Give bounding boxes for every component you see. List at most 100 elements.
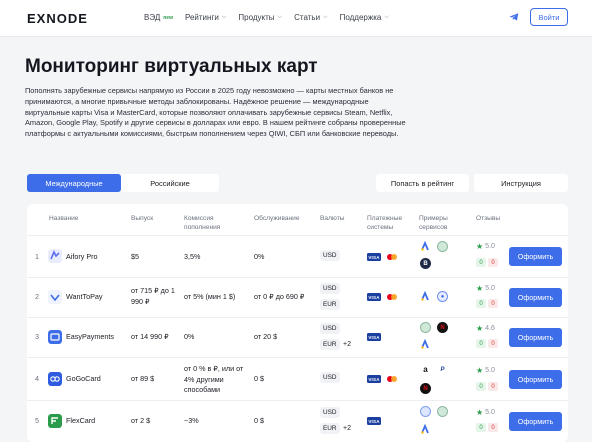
currency-badge: USD: [320, 407, 340, 418]
negative-reviews: 0: [488, 339, 498, 348]
star-icon: ★: [476, 366, 484, 375]
cards-table: Название Выпуск Комиссия пополнения Обсл…: [27, 204, 568, 442]
apply-button[interactable]: Оформить: [509, 412, 562, 431]
star-icon: ★: [476, 284, 484, 293]
service-name[interactable]: FlexCard: [66, 416, 95, 427]
service-fee: от 0 ₽ до 690 ₽: [254, 292, 305, 301]
currency-badge: USD: [320, 250, 340, 261]
topup-fee: 3,5%: [184, 252, 201, 261]
row-number: 4: [35, 374, 39, 383]
currency-badge: USD: [320, 323, 340, 334]
row-number: 1: [35, 252, 39, 261]
visa-icon: VISA: [367, 375, 381, 383]
google-ads-icon: [421, 241, 429, 251]
service-name[interactable]: GoGoCard: [66, 374, 101, 385]
header-examples-line: сервисов: [419, 224, 448, 231]
service-name[interactable]: EasyPayments: [66, 332, 114, 343]
rating: ★ 4.6: [476, 324, 495, 333]
tab-russian[interactable]: Российские: [121, 174, 219, 192]
nav-item-ratings[interactable]: Рейтинги ⌵: [185, 13, 226, 22]
currency-badge: EUR: [320, 339, 340, 350]
star-icon: ★: [476, 242, 484, 251]
chevron-down-icon: ⌵: [384, 14, 389, 20]
nav-label: Поддержка: [339, 13, 382, 22]
service-fee: от 20 $: [254, 332, 278, 341]
guide-button[interactable]: Инструкция: [474, 174, 568, 192]
nav-label: Продукты: [238, 13, 275, 22]
header-fee-line: Комиссия: [184, 215, 214, 222]
login-button[interactable]: Войти: [530, 8, 568, 26]
more-currencies[interactable]: +2: [343, 341, 351, 348]
rating-value: 4.6: [485, 325, 495, 332]
nav-label: Рейтинги: [184, 13, 219, 22]
aifory-logo-icon: [48, 249, 62, 263]
cloud-service-icon: [420, 406, 431, 417]
header-issue: Выпуск: [131, 215, 154, 222]
apply-button[interactable]: Оформить: [509, 288, 562, 307]
add-to-rating-button[interactable]: Попасть в рейтинг: [376, 174, 469, 192]
top-header: EXNODE ВЭД new Рейтинги ⌵ Продукты ⌵ Ста…: [0, 0, 592, 37]
nav-label: ВЭД: [144, 13, 161, 22]
currency-badge: EUR: [320, 423, 340, 434]
rating: ★ 5.0: [476, 366, 495, 375]
positive-reviews: 0: [476, 339, 486, 348]
table-row: 3 EasyPayments от 14 990 ₽ 0% от 20 $ US…: [27, 317, 568, 357]
visa-icon: VISA: [367, 417, 381, 425]
header-currencies: Валюты: [320, 215, 345, 222]
nav-item-products[interactable]: Продукты ⌵: [238, 13, 282, 22]
service-name[interactable]: WantToPay: [66, 292, 102, 303]
header-pay-line: Платежные: [367, 215, 403, 222]
bybit-icon: B: [420, 258, 431, 269]
row-number: 3: [35, 332, 39, 341]
currency-badge: USD: [320, 283, 340, 294]
issue-cost: от 715 ₽ до 1 990 ₽: [131, 286, 175, 306]
header-service: Обслуживание: [254, 215, 300, 222]
paypal-icon: P: [437, 364, 448, 375]
chevron-down-icon: ⌵: [221, 14, 227, 20]
negative-reviews: 0: [488, 299, 498, 308]
table-row: 4 GoGoCard от 89 $ от 0 % в ₽, или от 4%…: [27, 357, 568, 400]
apply-button[interactable]: Оформить: [509, 328, 562, 347]
main-nav: ВЭД new Рейтинги ⌵ Продукты ⌵ Статьи ⌵ П…: [144, 13, 389, 22]
wanttopay-logo-icon: [48, 290, 62, 304]
currency-badge: USD: [320, 372, 340, 383]
telegram-icon[interactable]: [509, 12, 519, 22]
rating-value: 5.0: [485, 285, 495, 292]
positive-reviews: 0: [476, 382, 486, 391]
issue-cost: от 2 $: [131, 416, 151, 425]
apply-button[interactable]: Оформить: [509, 247, 562, 266]
nav-label: Статьи: [294, 13, 321, 22]
more-currencies[interactable]: +2: [343, 425, 351, 432]
row-number: 5: [35, 416, 39, 425]
rating-value: 5.0: [485, 409, 495, 416]
nav-item-ved[interactable]: ВЭД new: [144, 13, 173, 22]
negative-reviews: 0: [488, 258, 498, 267]
rating-value: 5.0: [485, 367, 495, 374]
tab-international[interactable]: Международные: [27, 174, 121, 192]
rating: ★ 5.0: [476, 242, 495, 251]
nav-item-articles[interactable]: Статьи ⌵: [294, 13, 328, 22]
positive-reviews: 0: [476, 299, 486, 308]
header-name: Название: [49, 215, 79, 222]
netflix-icon: N: [420, 383, 431, 394]
nav-item-support[interactable]: Поддержка ⌵: [340, 13, 389, 22]
logo[interactable]: EXNODE: [27, 11, 88, 26]
header-payment-systems: Платежные системы: [367, 214, 402, 232]
rating-value: 5.0: [485, 243, 495, 250]
header-fee-line: пополнения: [184, 224, 221, 231]
issue-cost: от 14 990 ₽: [131, 332, 169, 341]
topup-fee: 0%: [184, 332, 195, 341]
apply-button[interactable]: Оформить: [509, 370, 562, 389]
currency-badge: EUR: [320, 299, 340, 310]
header-examples-line: Примеры: [419, 215, 448, 222]
openai-icon: [437, 241, 448, 252]
header-pay-line: системы: [367, 224, 394, 231]
visa-icon: VISA: [367, 333, 381, 341]
negative-reviews: 0: [488, 423, 498, 432]
service-name[interactable]: Aifory Pro: [66, 252, 98, 263]
topup-fee: ~3%: [184, 416, 199, 425]
google-ads-icon: [421, 291, 429, 301]
chevron-down-icon: ⌵: [277, 14, 283, 20]
chevron-down-icon: ⌵: [323, 14, 328, 20]
visa-icon: VISA: [367, 253, 381, 261]
